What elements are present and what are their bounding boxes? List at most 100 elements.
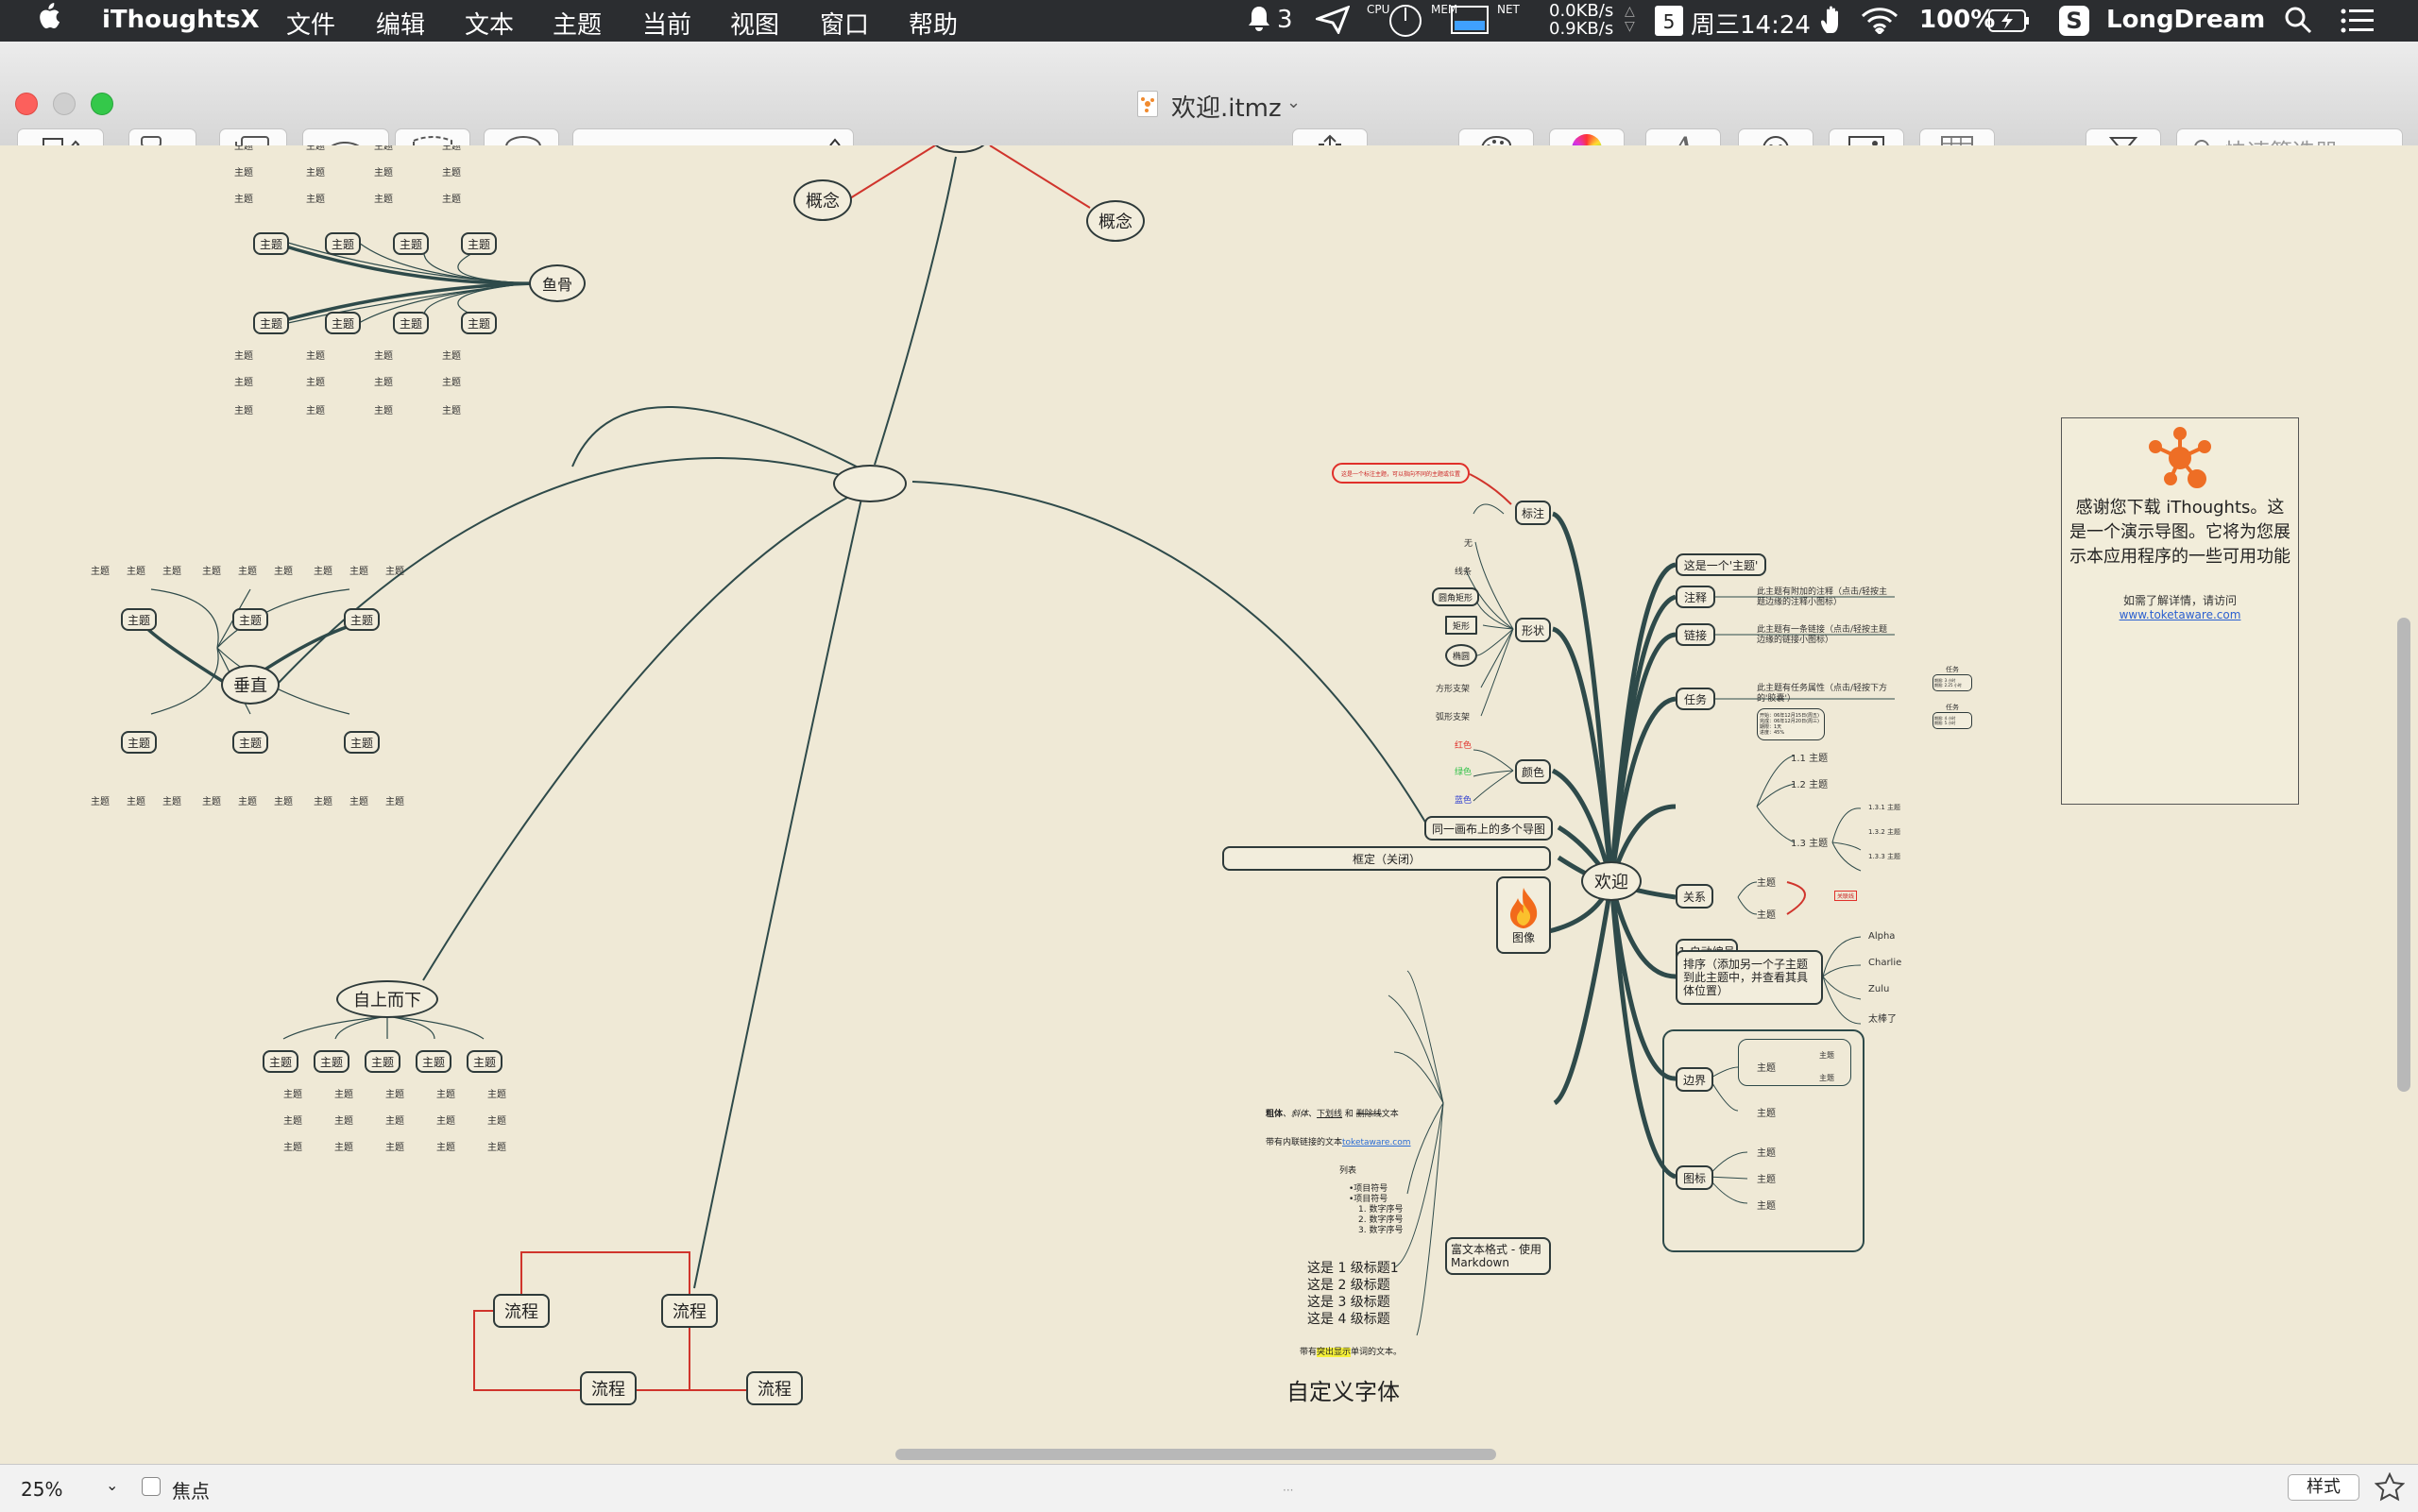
- topdown-leaf-4-1[interactable]: 主题: [436, 1086, 455, 1100]
- fishbone-leaf-bottom-4-3[interactable]: 主题: [442, 402, 461, 416]
- icons-topic-3[interactable]: 主题: [1757, 1198, 1776, 1212]
- fishbone-leaf-bottom-1-1[interactable]: 主题: [234, 348, 253, 362]
- rich-custom-font[interactable]: 自定义字体: [1286, 1373, 1400, 1406]
- vertical-leaf-top-2-3[interactable]: 主题: [274, 563, 293, 577]
- vertical-leaf-bottom-1-1[interactable]: 主题: [91, 793, 110, 807]
- topdown-leaf-5-1[interactable]: 主题: [487, 1086, 506, 1100]
- vertical-leaf-bottom-3-1[interactable]: 主题: [314, 793, 332, 807]
- sort-alpha[interactable]: Alpha: [1868, 931, 1895, 942]
- concept-node-left[interactable]: 概念: [793, 179, 852, 221]
- shape-none[interactable]: 无: [1464, 536, 1473, 549]
- sort-zulu[interactable]: Zulu: [1868, 984, 1889, 994]
- task-sub-1[interactable]: 任务: [1946, 665, 1959, 674]
- task-detail-capsule[interactable]: 开始：06年12月15日(周五) 完成：06年12月20日(周三) 期限：1天 …: [1757, 708, 1825, 740]
- boundary-topic-2[interactable]: 主题: [1757, 1105, 1776, 1119]
- shape-ellipse[interactable]: 椭圆: [1445, 644, 1477, 667]
- vertical-leaf-bottom-1-3[interactable]: 主题: [162, 793, 181, 807]
- fishbone-topic-top-4[interactable]: 主题: [461, 232, 497, 255]
- vertical-topic-top-3[interactable]: 主题: [344, 608, 380, 631]
- relation-label[interactable]: 关联线: [1834, 891, 1858, 901]
- fishbone-topic-bottom-4[interactable]: 主题: [461, 312, 497, 334]
- spotlight-search-icon[interactable]: [2284, 6, 2312, 41]
- fishbone-leaf-top-1-1[interactable]: 主题: [234, 145, 253, 152]
- vertical-leaf-top-2-1[interactable]: 主题: [202, 563, 221, 577]
- close-window-button[interactable]: [15, 93, 38, 115]
- flow-node-4[interactable]: 流程: [746, 1371, 803, 1405]
- fishbone-topic-top-1[interactable]: 主题: [253, 232, 289, 255]
- topdown-topic-2[interactable]: 主题: [314, 1050, 349, 1073]
- focus-checkbox[interactable]: [142, 1477, 161, 1496]
- sort-awesome[interactable]: 太棒了: [1868, 1011, 1897, 1025]
- fishbone-leaf-top-4-2[interactable]: 主题: [442, 164, 461, 178]
- welcome-node[interactable]: 欢迎: [1581, 861, 1642, 901]
- fishbone-leaf-bottom-2-2[interactable]: 主题: [306, 374, 325, 388]
- color-red[interactable]: 红色: [1455, 739, 1472, 751]
- topdown-leaf-3-2[interactable]: 主题: [385, 1113, 404, 1127]
- mindmap-canvas[interactable]: 概念 概念 鱼骨 主题 主题 主题 主题 主题 主题 主题 主题 主题 主题 主题 主题 主题 主题 主题主…: [0, 145, 2418, 1464]
- rich-highlight-line[interactable]: 带有突出显示单词的文本。: [1300, 1345, 1402, 1357]
- vertical-topic-top-1[interactable]: 主题: [121, 608, 157, 631]
- menu-window[interactable]: 窗口: [820, 6, 869, 41]
- fishbone-topic-top-3[interactable]: 主题: [393, 232, 429, 255]
- fishbone-leaf-top-2-1[interactable]: 主题: [306, 145, 325, 152]
- boundary-node[interactable]: 边界: [1676, 1067, 1713, 1092]
- info-panel[interactable]: 感谢您下载 iThoughts。这是一个演示导图。它将为您展示本应用程序的一些可…: [2061, 417, 2299, 805]
- topdown-leaf-3-1[interactable]: 主题: [385, 1086, 404, 1100]
- horizontal-scrollbar[interactable]: [895, 1449, 1496, 1460]
- style-button[interactable]: 样式: [2288, 1474, 2359, 1501]
- send-icon[interactable]: [1312, 5, 1351, 41]
- vertical-leaf-top-1-3[interactable]: 主题: [162, 563, 181, 577]
- topdown-leaf-2-3[interactable]: 主题: [334, 1139, 353, 1153]
- callout-note[interactable]: 这是一个标注主题，可以指向不同的主题或位置: [1332, 463, 1470, 484]
- vertical-leaf-bottom-2-1[interactable]: 主题: [202, 793, 221, 807]
- topdown-leaf-4-2[interactable]: 主题: [436, 1113, 455, 1127]
- rich-link-line[interactable]: 带有内联链接的文本toketaware.com: [1266, 1135, 1411, 1147]
- fishbone-leaf-top-3-1[interactable]: 主题: [374, 145, 393, 152]
- topdown-topic-5[interactable]: 主题: [467, 1050, 502, 1073]
- minimize-window-button[interactable]: [53, 93, 76, 115]
- autonum-1-3-2[interactable]: 1.3.2 主题: [1868, 827, 1900, 837]
- fishbone-leaf-bottom-3-2[interactable]: 主题: [374, 374, 393, 388]
- topdown-leaf-1-2[interactable]: 主题: [283, 1113, 302, 1127]
- relation-topic-2[interactable]: 主题: [1757, 907, 1776, 921]
- topdown-topic-3[interactable]: 主题: [365, 1050, 400, 1073]
- vertical-leaf-bottom-1-2[interactable]: 主题: [127, 793, 145, 807]
- vertical-scrollbar[interactable]: [2397, 618, 2410, 1092]
- vertical-leaf-top-1-2[interactable]: 主题: [127, 563, 145, 577]
- multimap-node[interactable]: 同一画布上的多个导图: [1424, 816, 1553, 841]
- vertical-leaf-top-3-3[interactable]: 主题: [385, 563, 404, 577]
- rich-format-line[interactable]: 粗体、斜体、下划线 和 删除线文本: [1266, 1107, 1399, 1119]
- fishbone-leaf-top-4-1[interactable]: 主题: [442, 145, 461, 152]
- color-blue[interactable]: 蓝色: [1455, 793, 1472, 806]
- fishbone-leaf-top-4-3[interactable]: 主题: [442, 191, 461, 205]
- rich-list-label[interactable]: 列表: [1339, 1164, 1356, 1176]
- callout-node[interactable]: 标注: [1515, 501, 1551, 525]
- topdown-leaf-2-1[interactable]: 主题: [334, 1086, 353, 1100]
- topdown-node[interactable]: 自上而下: [336, 980, 438, 1018]
- autonum-1-3-1[interactable]: 1.3.1 主题: [1868, 803, 1900, 812]
- fishbone-leaf-bottom-1-2[interactable]: 主题: [234, 374, 253, 388]
- vertical-topic-bottom-3[interactable]: 主题: [344, 731, 380, 754]
- shape-node[interactable]: 形状: [1515, 618, 1551, 642]
- sort-charlie[interactable]: Charlie: [1868, 958, 1901, 968]
- sort-node[interactable]: 排序（添加另一个子主题到此主题中，并查看其具体位置）: [1676, 950, 1823, 1005]
- color-node[interactable]: 颜色: [1515, 759, 1551, 784]
- clock[interactable]: 周三14:24: [1691, 6, 1811, 41]
- topdown-leaf-4-3[interactable]: 主题: [436, 1139, 455, 1153]
- rich-text-node[interactable]: 富文本格式 - 使用 Markdown: [1445, 1237, 1551, 1275]
- fishbone-leaf-top-3-3[interactable]: 主题: [374, 191, 393, 205]
- fishbone-leaf-bottom-2-3[interactable]: 主题: [306, 402, 325, 416]
- boundary-topic-1a[interactable]: 主题: [1819, 1050, 1834, 1061]
- shape-rect[interactable]: 矩形: [1445, 616, 1477, 635]
- fishbone-leaf-top-1-3[interactable]: 主题: [234, 191, 253, 205]
- icons-topic-2[interactable]: 主题: [1757, 1171, 1776, 1185]
- topdown-leaf-5-3[interactable]: 主题: [487, 1139, 506, 1153]
- fishbone-leaf-bottom-4-1[interactable]: 主题: [442, 348, 461, 362]
- shape-arc-bracket[interactable]: 弧形支架: [1436, 710, 1470, 722]
- fishbone-leaf-bottom-4-2[interactable]: 主题: [442, 374, 461, 388]
- autonum-1-2[interactable]: 1.2 主题: [1791, 776, 1828, 790]
- this-is-topic-node[interactable]: 这是一个'主题': [1676, 553, 1766, 576]
- fishbone-leaf-bottom-3-3[interactable]: 主题: [374, 402, 393, 416]
- topdown-leaf-5-2[interactable]: 主题: [487, 1113, 506, 1127]
- vertical-topic-bottom-2[interactable]: 主题: [232, 731, 268, 754]
